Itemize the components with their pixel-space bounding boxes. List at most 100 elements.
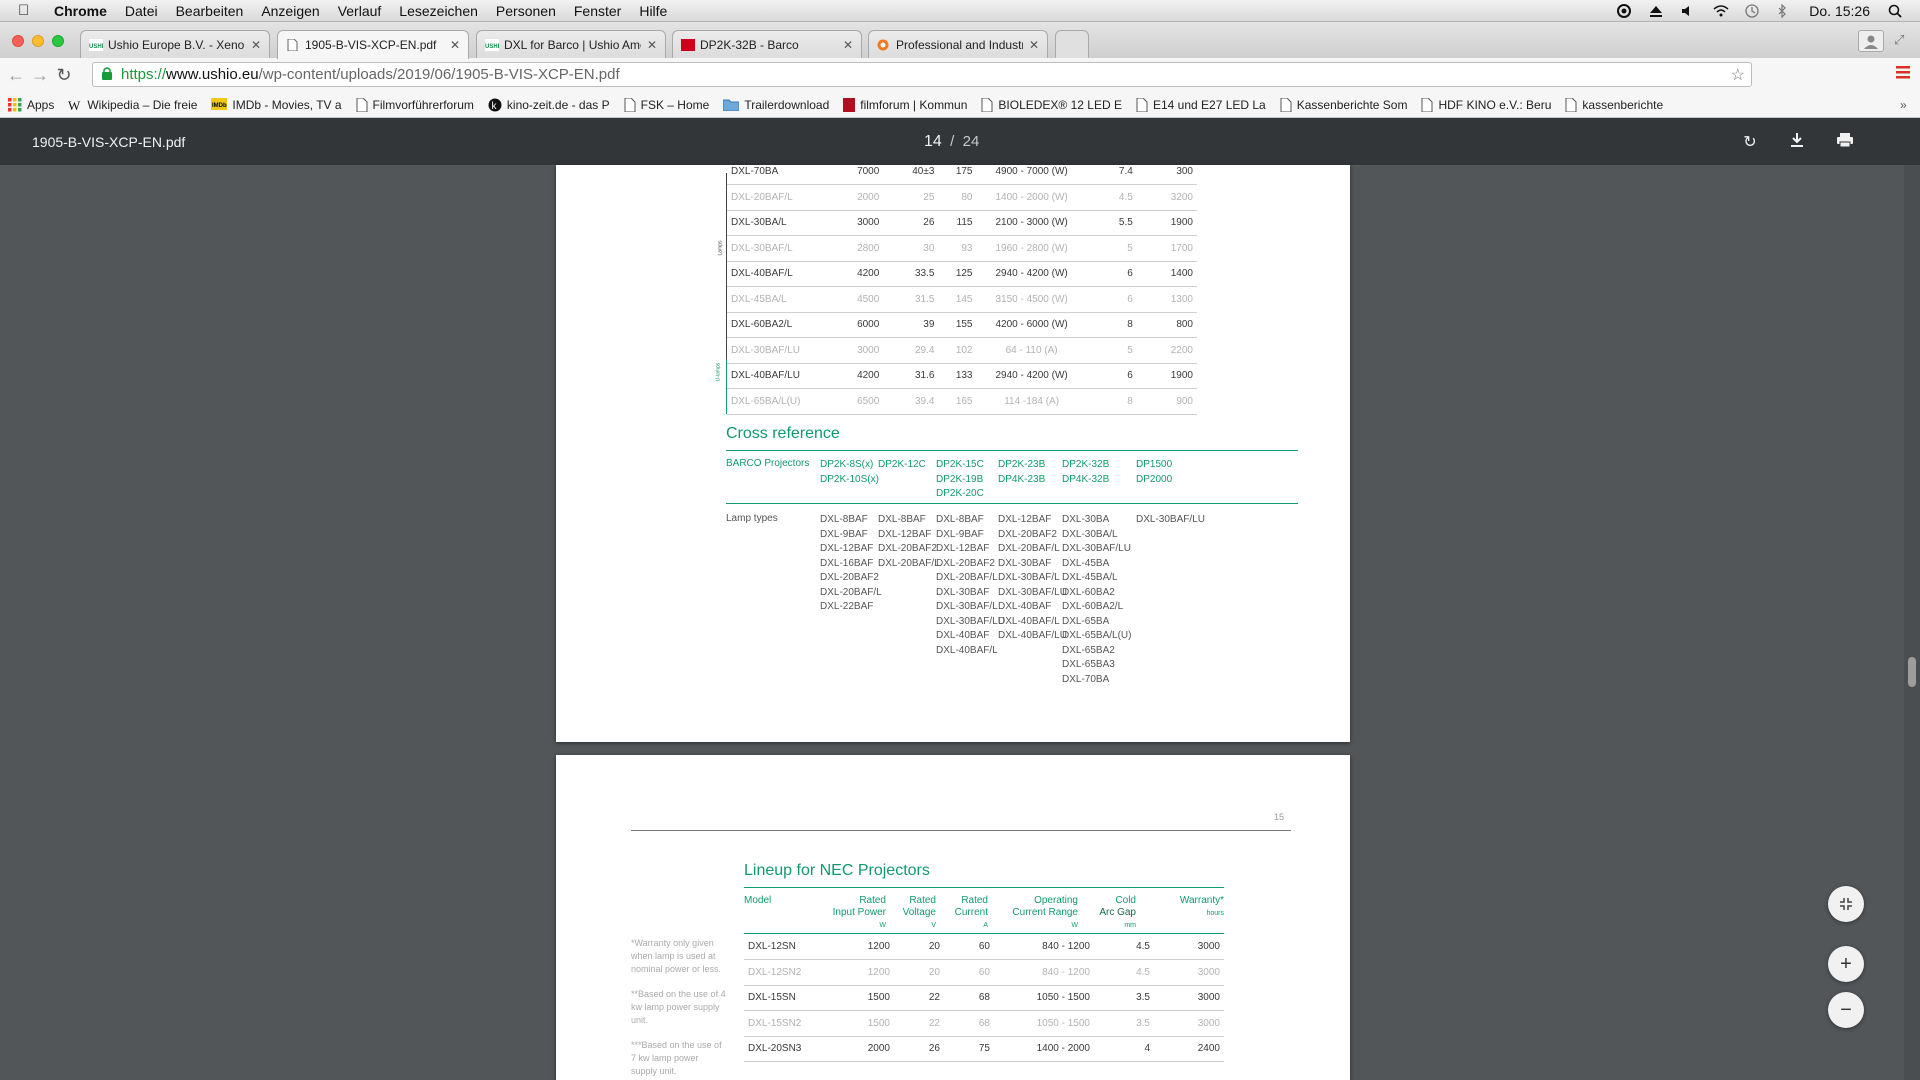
cell-hours: 300 xyxy=(1136,165,1197,185)
download-icon[interactable] xyxy=(1788,132,1806,150)
tab-pdf[interactable]: 1905-B-VIS-XCP-EN.pdf ✕ xyxy=(277,30,469,59)
zoom-out-button[interactable]: − xyxy=(1828,992,1864,1028)
bookmark-item[interactable]: Kassenberichte Som xyxy=(1280,97,1407,112)
cell-model: DXL-30BAF/L xyxy=(727,235,836,262)
more-bookmarks-icon[interactable]: » xyxy=(1900,98,1907,112)
folder-icon xyxy=(722,98,740,112)
tab-label: DP2K-32B - Barco xyxy=(700,37,799,52)
cell-a: 133 xyxy=(938,363,977,389)
cell-model: DXL-40BAF/LU xyxy=(727,363,836,389)
cell-v: 20 xyxy=(894,959,944,986)
record-icon[interactable] xyxy=(1617,3,1632,18)
menu-app-chrome[interactable]: Chrome xyxy=(54,3,107,19)
menu-hilfe[interactable]: Hilfe xyxy=(639,3,667,19)
lamp-model: DXL-30BA/L xyxy=(1062,528,1118,540)
cell-a: 115 xyxy=(938,210,977,236)
table-row: DXL-60BA2/L 6000 39 155 4200 - 6000 (W) 8 800 xyxy=(727,312,1197,338)
close-tab-icon[interactable]: ✕ xyxy=(843,38,853,52)
volume-icon[interactable] xyxy=(1681,4,1695,18)
vertical-scrollbar[interactable] xyxy=(1904,165,1920,1080)
bookmark-item[interactable]: k kino-zeit.de - das P xyxy=(488,98,610,112)
projector-model: DP2K-12C xyxy=(878,459,926,470)
close-tab-icon[interactable]: ✕ xyxy=(1029,38,1039,52)
profile-icon[interactable] xyxy=(1858,30,1884,52)
bookmark-item[interactable]: HDF KINO e.V.: Beru xyxy=(1421,97,1551,112)
fullscreen-icon[interactable]: ⤢ xyxy=(1894,32,1904,48)
close-tab-icon[interactable]: ✕ xyxy=(251,38,261,52)
eject-icon[interactable] xyxy=(1649,4,1663,18)
bookmark-item[interactable]: Trailerdownload xyxy=(722,98,829,112)
section-label-ulamps: U-lamps xyxy=(715,362,722,382)
bookmark-item[interactable]: IMDb IMDb - Movies, TV a xyxy=(211,97,342,112)
scrollbar-thumb[interactable] xyxy=(1908,657,1916,687)
bookmark-item[interactable]: BIOLEDEX® 12 LED E xyxy=(981,97,1122,112)
tab-professional[interactable]: Professional and Industrial ✕ xyxy=(868,30,1048,58)
menu-lesezeichen[interactable]: Lesezeichen xyxy=(399,3,478,19)
cell-v: 26 xyxy=(883,210,939,236)
bookmark-item[interactable]: kassenberichte xyxy=(1565,97,1663,112)
page-icon xyxy=(1136,97,1148,112)
lamp-model: DXL-20BAF/L xyxy=(936,572,998,583)
cell-w: 1200 xyxy=(824,959,894,986)
close-tab-icon[interactable]: ✕ xyxy=(647,38,657,52)
lamp-model: DXL-12BAF xyxy=(936,543,990,554)
close-window-button[interactable] xyxy=(12,35,24,47)
spotlight-search-icon[interactable] xyxy=(1888,4,1902,18)
cell-w: 2000 xyxy=(824,1036,894,1062)
fit-page-button[interactable] xyxy=(1828,886,1864,922)
bookmark-item[interactable]: filmforum | Kommun xyxy=(843,97,967,112)
cell-model: DXL-65BA/L(U) xyxy=(727,388,836,415)
tab-label: Ushio Europe B.V. - Xenon xyxy=(108,37,245,52)
menu-verlauf[interactable]: Verlauf xyxy=(338,3,382,19)
page-icon xyxy=(981,97,993,112)
menu-personen[interactable]: Personen xyxy=(496,3,556,19)
address-bar[interactable]: https://www.ushio.eu/wp-content/uploads/… xyxy=(92,62,1752,87)
zoom-window-button[interactable] xyxy=(52,35,64,47)
projector-column: DP2K-15C DP2K-19B DP2K-20C xyxy=(936,458,984,502)
apple-icon[interactable]:  xyxy=(18,2,40,19)
header-unit: W xyxy=(879,922,886,929)
lamp-model: DXL-12BAF xyxy=(820,543,874,554)
bookmark-item[interactable]: Apps xyxy=(8,97,54,112)
bluetooth-icon[interactable] xyxy=(1777,3,1791,18)
clock[interactable]: Do. 15:26 xyxy=(1809,3,1870,19)
cell-model: DXL-20BAF/L xyxy=(727,184,836,211)
close-tab-icon[interactable]: ✕ xyxy=(450,38,460,52)
chrome-menu-icon[interactable] xyxy=(1896,64,1910,85)
print-icon[interactable] xyxy=(1836,132,1854,150)
back-arrow-icon[interactable]: ← xyxy=(4,65,28,86)
tab-barco[interactable]: DP2K-32B - Barco ✕ xyxy=(672,30,862,58)
time-machine-icon[interactable] xyxy=(1745,3,1759,18)
barco-projectors-label: BARCO Projectors xyxy=(726,458,810,469)
header-l1: Rated xyxy=(859,895,886,906)
cell-model: DXL-40BAF/L xyxy=(727,261,836,287)
menu-datei[interactable]: Datei xyxy=(125,3,158,19)
bookmark-star-icon[interactable]: ☆ xyxy=(1731,65,1745,85)
cell-a: 75 xyxy=(944,1036,994,1062)
bookmark-item[interactable]: E14 und E27 LED La xyxy=(1136,97,1266,112)
menu-anzeigen[interactable]: Anzeigen xyxy=(261,3,319,19)
bookmark-item[interactable]: FSK – Home xyxy=(624,97,709,112)
wifi-icon[interactable] xyxy=(1713,4,1729,18)
zoom-in-button[interactable]: + xyxy=(1828,946,1864,982)
pdf-page-15: 15 Lineup for NEC Projectors Model Rated I… xyxy=(556,755,1350,1080)
cell-gap: 8 xyxy=(1086,388,1137,415)
url-scheme: https:// xyxy=(121,66,167,83)
rotate-icon[interactable]: ↻ xyxy=(1741,132,1759,151)
cell-a: 68 xyxy=(944,985,994,1011)
bookmark-item[interactable]: Filmvorführerforum xyxy=(356,97,474,112)
page-current-input[interactable]: 14 xyxy=(924,133,942,150)
cell-a: 155 xyxy=(938,312,977,338)
barco-icon xyxy=(681,38,695,51)
forward-arrow-icon[interactable]: → xyxy=(28,65,52,86)
menu-bearbeiten[interactable]: Bearbeiten xyxy=(176,3,244,19)
minimize-window-button[interactable] xyxy=(32,35,44,47)
tab-ushio-europe[interactable]: USHIO Ushio Europe B.V. - Xenon ✕ xyxy=(80,30,270,58)
new-tab-button[interactable] xyxy=(1055,30,1089,58)
reload-icon[interactable]: ↻ xyxy=(52,65,76,86)
tab-dxl-barco[interactable]: USHIO DXL for Barco | Ushio Ame ✕ xyxy=(476,30,666,58)
bookmark-item[interactable]: W Wikipedia – Die freie xyxy=(68,98,197,113)
lamp-model: DXL-30BAF/LU xyxy=(1062,543,1131,554)
menu-fenster[interactable]: Fenster xyxy=(574,3,621,19)
column-header: Cold Arc Gap mm xyxy=(1076,895,1136,932)
